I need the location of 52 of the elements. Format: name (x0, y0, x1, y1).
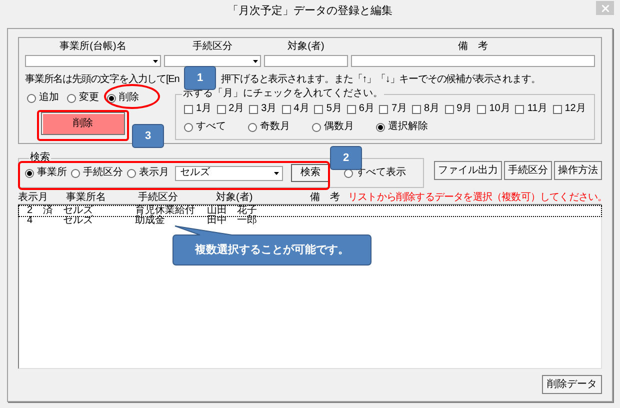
toolbar-button[interactable]: ファイル出力 (434, 161, 502, 180)
hint-text: 押下げると表示されます。また「↑」「↓」キーでその候補が表示されます。 (221, 74, 540, 86)
column-header: 事業所名 (65, 192, 107, 204)
column-header: 対象(者) (215, 192, 254, 204)
checkbox-option[interactable]: 12月 (552, 103, 586, 115)
radio-option[interactable]: 追加 (27, 92, 59, 104)
callout-badge: 3 (132, 124, 164, 148)
column-header: 表示月 (18, 192, 49, 204)
callout-text: 複数選択することが可能です。 (195, 244, 349, 256)
hint-text: 事業所名は先頭の文字を入力して[En (25, 74, 180, 86)
column-header: 備 考 (309, 192, 338, 204)
search-button[interactable]: 検索 (291, 164, 330, 182)
toolbar-button[interactable]: 操作方法 (554, 161, 602, 180)
column-header: 備 考 (457, 41, 489, 53)
radio-option[interactable]: 変更 (67, 92, 99, 104)
callout-badge: 1 (184, 66, 216, 90)
radio-option[interactable]: 事業所 (25, 167, 67, 179)
highlight-ellipse (104, 84, 160, 109)
radio-option[interactable]: 偶数月 (312, 121, 354, 133)
radio-option[interactable]: 選択解除 (376, 121, 428, 133)
column-header: 事業所(台帳)名 (58, 41, 128, 53)
toolbar-button[interactable]: 手続区分 (504, 161, 552, 180)
checkbox-option[interactable]: 5月 (314, 103, 342, 115)
checkbox-option[interactable]: 3月 (249, 103, 277, 115)
radio-option[interactable]: すべて (184, 121, 226, 133)
callout-badge: 2 (330, 146, 362, 170)
radio-option[interactable]: 削除 (107, 92, 139, 104)
window-title: 「月次予定」データの登録と編集 (228, 5, 392, 17)
checkbox-option[interactable]: 9月 (444, 103, 472, 115)
checkbox-option[interactable]: 2月 (216, 103, 244, 115)
instruction-text: リストから削除するデータを選択（複数可）してください。 (347, 192, 608, 204)
radio-option[interactable]: 表示月 (127, 167, 169, 179)
radio-option[interactable]: 奇数月 (248, 121, 290, 133)
delete-button[interactable]: 削除 (41, 112, 125, 135)
checkbox-option[interactable]: 6月 (346, 103, 374, 115)
combo-box[interactable] (164, 55, 261, 67)
checkbox-option[interactable]: 8月 (412, 103, 440, 115)
column-header: 手続区分 (137, 192, 179, 204)
close-icon (602, 4, 608, 12)
checkbox-option[interactable]: 11月 (515, 103, 548, 115)
deleted-data-button[interactable]: 削除データ (542, 375, 602, 394)
checkbox-option[interactable]: 4月 (282, 103, 310, 115)
column-header: 手続区分 (192, 41, 234, 53)
radio-option[interactable]: 手続区分 (71, 167, 123, 179)
text-field[interactable] (264, 55, 348, 67)
checkbox-option[interactable]: 1月 (184, 103, 212, 115)
text-field[interactable] (351, 55, 595, 67)
search-combo[interactable]: セルズ (175, 166, 283, 180)
close-button[interactable] (596, 1, 614, 15)
column-header: 対象(者) (286, 41, 326, 53)
checkbox-option[interactable]: 7月 (379, 103, 408, 115)
checkbox-option[interactable]: 10月 (477, 103, 510, 115)
